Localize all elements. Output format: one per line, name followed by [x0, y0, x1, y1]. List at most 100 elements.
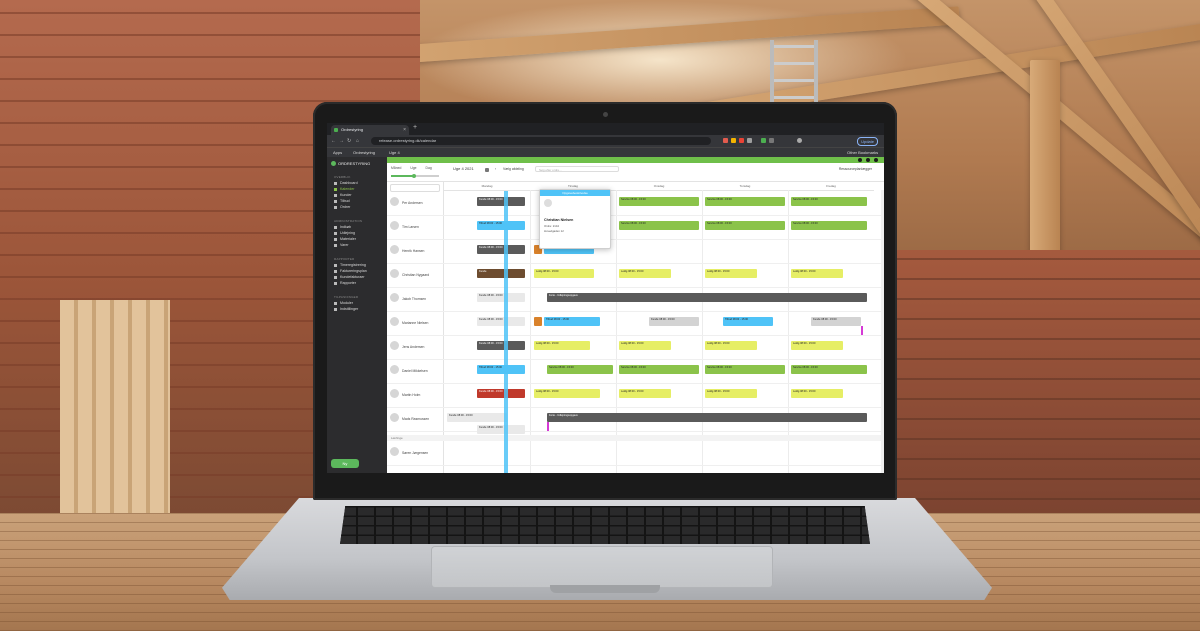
sidebar-item-reports[interactable]: Rapporter: [334, 281, 356, 285]
account-icon[interactable]: [874, 158, 878, 162]
calendar-event[interactable]: Kunde 08:00 - 15:00: [477, 389, 525, 398]
calendar-event[interactable]: Tilbud 08:00 - 15:00: [477, 365, 525, 374]
calendar-event[interactable]: Kunde 08:00 - 15:00: [477, 317, 525, 326]
calendar-event[interactable]: Kunde 08:00 - 15:00: [477, 197, 525, 206]
filter-dropdown[interactable]: Vælg afdeling: [503, 167, 524, 171]
extension-icon[interactable]: [739, 138, 744, 143]
calendar-event[interactable]: Kunde: [477, 269, 525, 278]
new-tab-icon[interactable]: +: [413, 124, 417, 131]
home-icon[interactable]: ⌂: [356, 137, 359, 145]
sidebar-item-timesheets[interactable]: Timeregistrering: [334, 263, 366, 267]
calendar-event[interactable]: Ledig 08:00 - 15:00: [705, 341, 757, 350]
popup-detail: Ordre: 2144: [544, 224, 559, 228]
tag-icon: [334, 199, 337, 203]
avatar: [390, 365, 399, 374]
zoom-slider[interactable]: [391, 173, 439, 178]
calendar-event[interactable]: Ledig 08:00 - 15:00: [791, 389, 843, 398]
calendar-event[interactable]: Service 08:00 - 15:00: [791, 365, 867, 374]
calendar-event[interactable]: Tilbud 08:00 - 15:00: [477, 221, 525, 230]
day-header: Onsdag: [616, 182, 702, 191]
extension-icon[interactable]: [747, 138, 752, 143]
cart-icon: [334, 225, 337, 229]
calendar-event[interactable]: Ledig 08:00 - 15:00: [791, 341, 843, 350]
update-button[interactable]: Update: [857, 137, 878, 146]
sidebar-item-invoices[interactable]: Kundefakturaer: [334, 275, 365, 279]
calendar-event[interactable]: Service 08:00 - 15:00: [705, 221, 785, 230]
extension-icon[interactable]: [769, 138, 774, 143]
calendar-event[interactable]: Ledig 08:00 - 15:00: [534, 269, 594, 278]
forward-icon[interactable]: →: [339, 137, 344, 145]
webcam: [603, 112, 608, 117]
slider-handle[interactable]: [412, 173, 416, 178]
extension-icon[interactable]: [761, 138, 766, 143]
calendar-event[interactable]: Service 08:00 - 15:00: [547, 365, 613, 374]
sidebar-item-modules[interactable]: Moduler: [334, 301, 353, 305]
calendar-event[interactable]: Service 08:00 - 15:00: [705, 197, 785, 206]
laptop-notch: [550, 585, 660, 593]
sidebar-item-offers[interactable]: Tilbud: [334, 199, 350, 203]
sidebar-item-materials[interactable]: Materialer: [334, 237, 356, 241]
close-icon[interactable]: ×: [403, 125, 406, 135]
search-input[interactable]: Søg efter ordre…: [535, 166, 619, 172]
sidebar-item-rental[interactable]: Udlejning: [334, 231, 355, 235]
profile-icon[interactable]: [797, 138, 802, 143]
tab-month[interactable]: Måned: [391, 166, 401, 170]
back-icon[interactable]: ←: [331, 137, 336, 145]
resource-planner-button[interactable]: Ressourceplanlægger: [839, 167, 872, 171]
calendar-event[interactable]: Kunde 08:00 - 15:00: [477, 425, 525, 434]
calendar-event[interactable]: Tilbud 08:00 - 15:00: [723, 317, 773, 326]
box-icon: [334, 231, 337, 235]
calendar-event[interactable]: Kunde 08:00 - 15:00: [477, 245, 525, 254]
calendar-event[interactable]: Ledig 08:00 - 15:00: [619, 341, 671, 350]
calendar-event[interactable]: Kunde 08:00 - 15:00: [477, 293, 525, 302]
calendar-event[interactable]: Kunde 08:00 - 15:00: [649, 317, 699, 326]
calendar-event[interactable]: Ledig 08:00 - 15:00: [705, 269, 757, 278]
reload-icon[interactable]: ↻: [347, 137, 351, 145]
prev-week-button[interactable]: ‹: [495, 167, 496, 171]
scrollbar[interactable]: [881, 190, 884, 473]
extension-icon[interactable]: [731, 138, 736, 143]
calendar-event[interactable]: Service 08:00 - 15:00: [791, 221, 867, 230]
calendar-event[interactable]: Kunde 08:00 - 15:00: [477, 341, 525, 350]
calendar-event[interactable]: Kunde 08:00 - 15:00: [811, 317, 861, 326]
calendar-event[interactable]: Service 08:00 - 15:00: [791, 197, 867, 206]
sidebar-item-settings[interactable]: Indstillinger: [334, 307, 358, 311]
calendar-event[interactable]: [534, 317, 542, 326]
popup-header: Opgavebeskrivelse: [540, 190, 610, 196]
new-button[interactable]: Ny: [331, 459, 359, 468]
sidebar-item-dashboard[interactable]: Dashboard: [334, 181, 358, 185]
calendar-event[interactable]: Ledig 08:00 - 15:00: [534, 341, 590, 350]
calendar-event[interactable]: Ledig 08:00 - 15:00: [534, 389, 600, 398]
calendar-picker-icon[interactable]: [485, 168, 489, 172]
sidebar-item-purchasing[interactable]: Indkøb: [334, 225, 351, 229]
sidebar-item-products[interactable]: Varer: [334, 243, 349, 247]
tab-day[interactable]: Dag: [426, 166, 432, 170]
url-input[interactable]: release.ordrestyring.dk/calendar: [371, 137, 711, 145]
tab-week[interactable]: Uge: [410, 166, 416, 170]
sidebar-item-customers[interactable]: Kunder: [334, 193, 352, 197]
help-icon[interactable]: [866, 158, 870, 162]
calendar-event[interactable]: Service 08:00 - 15:00: [619, 221, 699, 230]
resource-name: Martin Holm: [402, 393, 421, 397]
calendar-event[interactable]: Ferie - Udlejningsopgave: [547, 293, 867, 302]
extension-icon[interactable]: [723, 138, 728, 143]
calendar-event[interactable]: Ledig 08:00 - 15:00: [619, 269, 671, 278]
calendar-event[interactable]: Ledig 08:00 - 15:00: [791, 269, 843, 278]
calendar-event[interactable]: Tilbud 08:00 - 15:00: [544, 317, 600, 326]
event-popup[interactable]: Opgavebeskrivelse Christian Nielsen Ordr…: [539, 189, 611, 249]
sidebar-item-calendar[interactable]: Kalender: [334, 187, 354, 191]
browser-tab[interactable]: Ordrestyring ×: [331, 125, 409, 135]
calendar-event[interactable]: Ledig 08:00 - 15:00: [619, 389, 671, 398]
calendar-event[interactable]: Service 08:00 - 15:00: [705, 365, 785, 374]
calendar-event[interactable]: Service 08:00 - 15:00: [619, 197, 699, 206]
calendar-event[interactable]: Ledig 08:00 - 15:00: [705, 389, 757, 398]
calendar-event[interactable]: Kunde 08:00 - 15:00: [447, 413, 507, 422]
calendar-event[interactable]: Ferie - Udlejningsopgave: [547, 413, 867, 422]
notification-icon[interactable]: [858, 158, 862, 162]
calendar-event[interactable]: Service 08:00 - 15:00: [619, 365, 699, 374]
laptop-screen: Ordrestyring × + ← → ↻ ⌂ release.ordrest…: [327, 123, 884, 473]
section-title: TILPASNINGER: [334, 295, 359, 299]
sidebar-item-orders[interactable]: Ordrer: [334, 205, 350, 209]
day-header: Mandag: [444, 182, 530, 191]
sidebar-item-billing-plan[interactable]: Faktureringsplan: [334, 269, 367, 273]
